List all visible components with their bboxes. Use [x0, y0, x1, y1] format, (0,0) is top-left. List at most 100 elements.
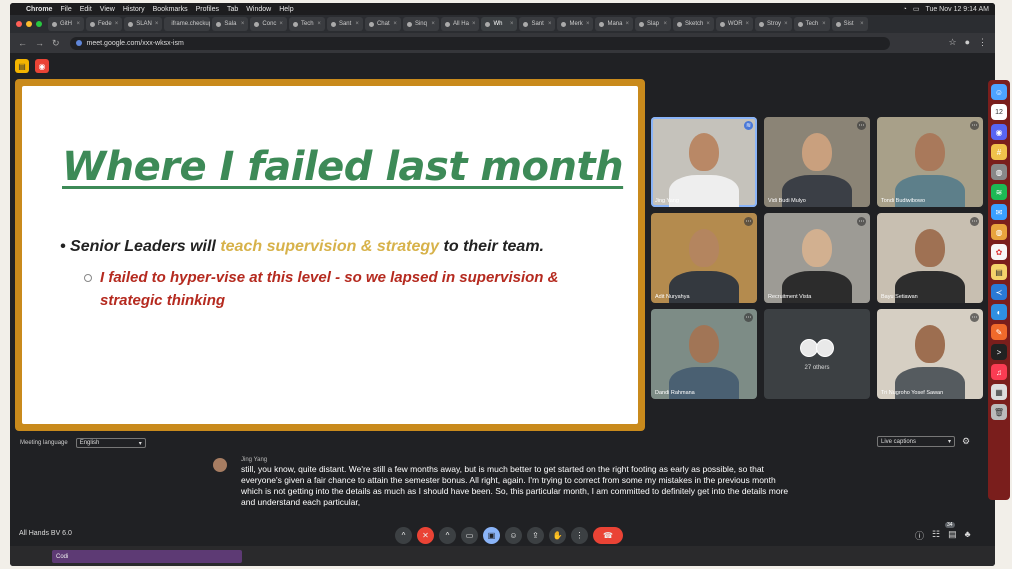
forward-icon[interactable]: →	[35, 38, 44, 48]
browser-tab[interactable]: WOR ×	[715, 17, 754, 31]
close-tab-icon[interactable]: ×	[510, 21, 514, 27]
browser-tab[interactable]: Tech ×	[793, 17, 830, 31]
maximize-window-icon[interactable]	[36, 21, 42, 27]
participant-tile[interactable]: ≋ Jing Yang	[651, 117, 757, 207]
site-info-icon[interactable]	[75, 40, 82, 46]
browser-tab[interactable]: Merk ×	[557, 17, 594, 31]
browser-tab[interactable]: Sala ×	[212, 17, 249, 31]
participant-tile[interactable]: ⋯ Vidi Budi Mulyo	[764, 117, 870, 207]
menu-file[interactable]: File	[60, 6, 71, 13]
close-tab-icon[interactable]: ×	[822, 21, 826, 27]
pencil-app-icon[interactable]: ✎	[991, 324, 1007, 340]
chrome-canary-icon[interactable]: ◍	[991, 224, 1007, 240]
browser-tab[interactable]: Sist ×	[831, 17, 868, 31]
browser-tab[interactable]: Sketch ×	[673, 17, 714, 31]
close-tab-icon[interactable]: ×	[155, 21, 159, 27]
menu-tab[interactable]: Tab	[227, 6, 238, 13]
raise-hand-icon[interactable]: ✋	[549, 526, 566, 544]
captions-mode-select[interactable]: Live captions ▾	[877, 436, 955, 447]
finder-icon[interactable]: ☺	[991, 84, 1007, 100]
close-tab-icon[interactable]: ×	[548, 21, 552, 27]
close-tab-icon[interactable]: ×	[431, 21, 435, 27]
wifi-icon[interactable]: ◔	[903, 6, 907, 13]
menu-bookmarks[interactable]: Bookmarks	[153, 6, 188, 13]
browser-tab[interactable]: Conc ×	[250, 17, 287, 31]
meeting-info-icon[interactable]: ⓘ	[915, 529, 924, 542]
close-tab-icon[interactable]: ×	[393, 21, 397, 27]
leave-call-icon[interactable]: ☎	[593, 526, 623, 544]
menu-history[interactable]: History	[123, 6, 145, 13]
people-icon[interactable]: ☷	[932, 529, 940, 542]
browser-tab[interactable]: Tech ×	[288, 17, 325, 31]
edge-icon[interactable]: ◐	[991, 304, 1007, 320]
meeting-language-select[interactable]: English ▾	[75, 438, 146, 448]
vscode-icon[interactable]: ≺	[991, 284, 1007, 300]
browser-tab[interactable]: Fede ×	[86, 17, 123, 31]
slack-icon[interactable]: #	[991, 144, 1007, 160]
trash-icon[interactable]: 🗑	[991, 404, 1007, 420]
present-screen-icon[interactable]: ⇪	[527, 526, 544, 544]
close-tab-icon[interactable]: ×	[317, 21, 321, 27]
discord-icon[interactable]: ◉	[991, 124, 1007, 140]
address-bar[interactable]: meet.google.com/xxx-wksx-ism	[69, 36, 890, 50]
record-icon[interactable]: ◉	[35, 59, 49, 73]
close-tab-icon[interactable]: ×	[115, 21, 119, 27]
close-window-icon[interactable]	[16, 21, 22, 27]
participant-tile[interactable]: ⋯ Tondi Budiwibowo	[877, 117, 983, 207]
browser-tab[interactable]: Sinq ×	[402, 17, 439, 31]
browser-tab[interactable]: Mana ×	[595, 17, 633, 31]
photos-icon[interactable]: ✿	[991, 244, 1007, 260]
close-tab-icon[interactable]: ×	[279, 21, 283, 27]
close-tab-icon[interactable]: ×	[860, 21, 864, 27]
calendar-icon[interactable]: 12	[991, 104, 1007, 120]
close-tab-icon[interactable]: ×	[746, 21, 750, 27]
caption-settings-gear-icon[interactable]: ⚙	[962, 436, 970, 447]
close-tab-icon[interactable]: ×	[784, 21, 788, 27]
terminal-icon[interactable]: >	[991, 344, 1007, 360]
others-tile[interactable]: 27 others	[764, 309, 870, 399]
close-tab-icon[interactable]: ×	[241, 21, 245, 27]
background-window-item[interactable]: Codi	[52, 550, 242, 563]
minimize-window-icon[interactable]	[26, 21, 32, 27]
close-tab-icon[interactable]: ×	[76, 21, 80, 27]
browser-tab[interactable]: GitH ×	[48, 17, 84, 31]
participant-tile[interactable]: ⋯ Bayu Setiawan	[877, 213, 983, 303]
browser-tab[interactable]: Wh ×	[481, 17, 518, 31]
chat-icon[interactable]: ▤	[948, 529, 957, 542]
audio-options-icon[interactable]: ^	[395, 526, 412, 544]
more-options-icon[interactable]: ⋮	[571, 526, 588, 544]
messages-icon[interactable]: ✉	[991, 204, 1007, 220]
back-icon[interactable]: ←	[18, 38, 27, 48]
participant-tile[interactable]: ⋯ Tri Nugroho Yosef Sawan	[877, 309, 983, 399]
preview-icon[interactable]: ▦	[991, 384, 1007, 400]
close-tab-icon[interactable]: ×	[586, 21, 590, 27]
menu-edit[interactable]: Edit	[80, 6, 92, 13]
menu-window[interactable]: Window	[246, 6, 271, 13]
bookmark-star-icon[interactable]: ☆	[948, 37, 956, 48]
browser-tab[interactable]: Slap ×	[635, 17, 671, 31]
more-menu-icon[interactable]: ⋮	[978, 37, 987, 48]
browser-tab[interactable]: iframe.checkup×	[164, 17, 211, 31]
chrome-icon[interactable]: ◍	[991, 164, 1007, 180]
participant-tile[interactable]: ⋯ Dandi Rahmana	[651, 309, 757, 399]
close-tab-icon[interactable]: ×	[706, 21, 710, 27]
browser-tab[interactable]: Sant ×	[519, 17, 556, 31]
close-tab-icon[interactable]: ×	[625, 21, 629, 27]
emoji-reaction-icon[interactable]: ☺	[505, 526, 522, 544]
participant-tile[interactable]: ⋯ Recruitment Vista	[764, 213, 870, 303]
browser-tab[interactable]: Chat ×	[364, 17, 401, 31]
browser-tab[interactable]: Stroy ×	[755, 17, 792, 31]
menu-view[interactable]: View	[100, 6, 115, 13]
reload-icon[interactable]: ↻	[52, 38, 60, 49]
browser-tab[interactable]: All Ha ×	[440, 17, 480, 31]
clock[interactable]: Tue Nov 12 9:14 AM	[925, 6, 989, 13]
music-icon[interactable]: ♫	[991, 364, 1007, 380]
close-tab-icon[interactable]: ×	[355, 21, 359, 27]
notes-app-icon[interactable]: ▤	[991, 264, 1007, 280]
browser-tab[interactable]: SLAN ×	[124, 17, 163, 31]
notes-icon[interactable]: ▤	[15, 59, 29, 73]
participant-tile[interactable]: ⋯ Adit Nuryahya	[651, 213, 757, 303]
spotify-icon[interactable]: ≋	[991, 184, 1007, 200]
close-tab-icon[interactable]: ×	[472, 21, 476, 27]
battery-icon[interactable]: ▭	[913, 5, 920, 13]
